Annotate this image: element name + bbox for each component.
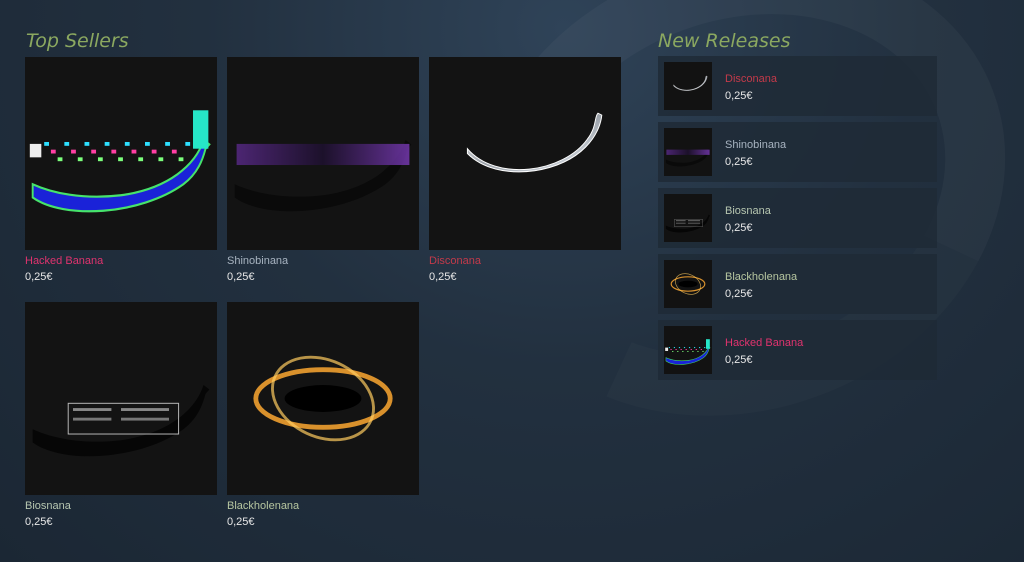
- new-release-item[interactable]: Blackholenana 0,25€: [658, 254, 937, 314]
- product-name[interactable]: Blackholenana: [725, 271, 797, 283]
- product-name[interactable]: Disconana: [429, 255, 621, 268]
- product-price: 0,25€: [227, 271, 255, 283]
- new-releases-heading: New Releases: [658, 30, 791, 52]
- product-price: 0,25€: [725, 156, 753, 168]
- top-sellers-heading: Top Sellers: [26, 30, 129, 52]
- product-image[interactable]: [227, 57, 419, 250]
- top-seller-card[interactable]: Biosnana 0,25€: [25, 302, 217, 529]
- product-image[interactable]: [227, 302, 419, 495]
- product-price: 0,25€: [25, 516, 53, 528]
- product-image[interactable]: [664, 326, 712, 374]
- product-price: 0,25€: [429, 271, 457, 283]
- product-name[interactable]: Shinobinana: [227, 255, 419, 268]
- new-release-item[interactable]: Shinobinana 0,25€: [658, 122, 937, 182]
- product-image[interactable]: [25, 302, 217, 495]
- product-image[interactable]: [664, 194, 712, 242]
- product-image[interactable]: [429, 57, 621, 250]
- top-seller-card[interactable]: Shinobinana 0,25€: [227, 57, 419, 284]
- product-name[interactable]: Disconana: [725, 73, 777, 85]
- product-image[interactable]: [664, 62, 712, 110]
- product-price: 0,25€: [725, 222, 753, 234]
- product-image[interactable]: [664, 128, 712, 176]
- product-name[interactable]: Shinobinana: [725, 139, 786, 151]
- product-price: 0,25€: [725, 288, 753, 300]
- top-seller-card[interactable]: Blackholenana 0,25€: [227, 302, 419, 529]
- product-name[interactable]: Hacked Banana: [725, 337, 803, 349]
- product-name[interactable]: Blackholenana: [227, 500, 419, 513]
- new-release-item[interactable]: Disconana 0,25€: [658, 56, 937, 116]
- product-price: 0,25€: [25, 271, 53, 283]
- product-name[interactable]: Hacked Banana: [25, 255, 217, 268]
- product-name[interactable]: Biosnana: [725, 205, 771, 217]
- new-release-item[interactable]: Biosnana 0,25€: [658, 188, 937, 248]
- new-releases-list: Disconana 0,25€ Shinobinana 0,25€ Biosna…: [658, 56, 937, 386]
- product-name[interactable]: Biosnana: [25, 500, 217, 513]
- product-price: 0,25€: [227, 516, 255, 528]
- top-seller-card[interactable]: Hacked Banana 0,25€: [25, 57, 217, 284]
- product-image[interactable]: [25, 57, 217, 250]
- product-price: 0,25€: [725, 90, 753, 102]
- product-image[interactable]: [664, 260, 712, 308]
- product-price: 0,25€: [725, 354, 753, 366]
- top-seller-card[interactable]: Disconana 0,25€: [429, 57, 621, 284]
- new-release-item[interactable]: Hacked Banana 0,25€: [658, 320, 937, 380]
